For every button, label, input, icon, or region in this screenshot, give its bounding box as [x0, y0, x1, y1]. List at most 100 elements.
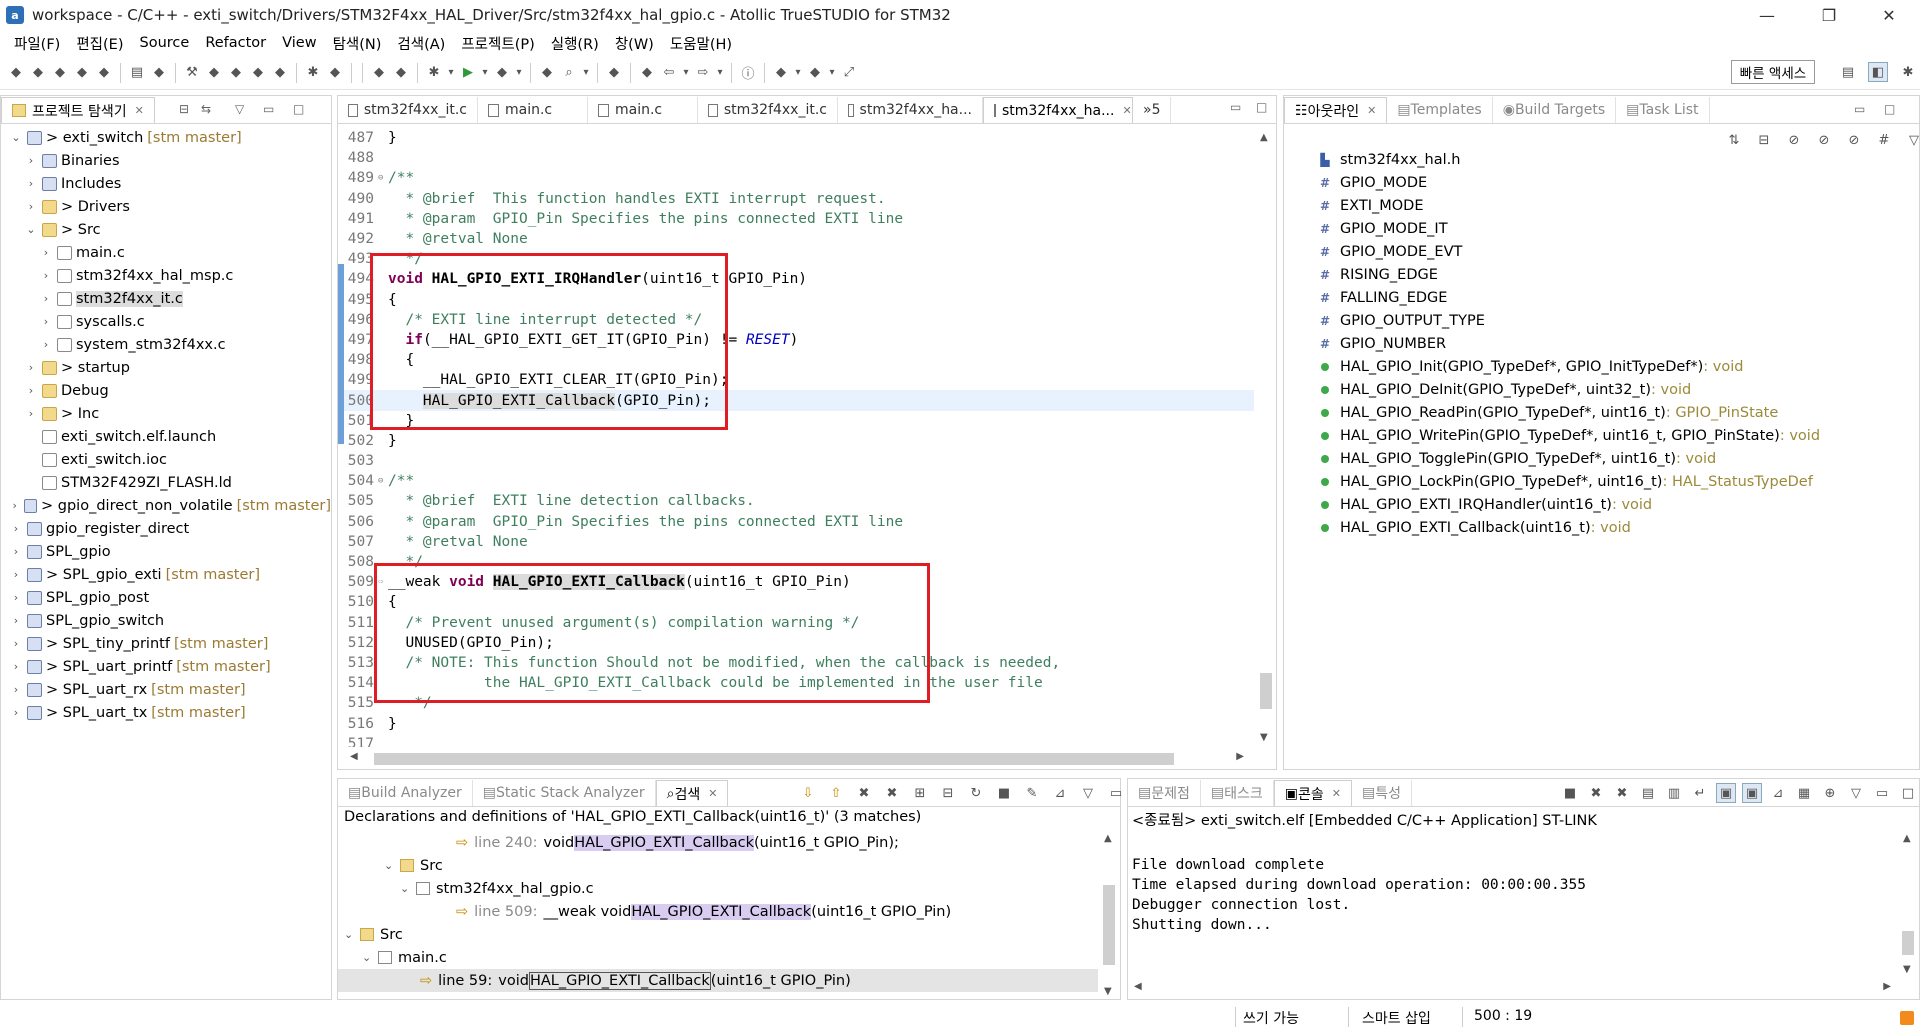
menu-item[interactable]: Refactor: [197, 35, 274, 51]
expand-arrow-icon[interactable]: ›: [9, 499, 20, 512]
maximize-view-icon[interactable]: □: [293, 102, 304, 116]
minimize-view-icon[interactable]: ▭: [1230, 100, 1241, 114]
scrollbar-thumb[interactable]: [374, 753, 1174, 765]
scrollbar-thumb[interactable]: [1902, 931, 1914, 955]
scroll-down-icon[interactable]: ▼: [1903, 964, 1911, 975]
dropdown-icon[interactable]: ▾: [793, 63, 803, 83]
display-console-icon[interactable]: ▦: [1794, 783, 1814, 803]
show-stderr-icon[interactable]: ▣: [1742, 783, 1762, 803]
dropdown-icon[interactable]: ▾: [446, 63, 456, 83]
menu-item[interactable]: 창(W): [607, 33, 662, 54]
open-perspective-icon[interactable]: ▤: [1838, 62, 1858, 82]
search-history-icon[interactable]: ✎: [1022, 783, 1042, 803]
expand-arrow-icon[interactable]: ›: [9, 568, 23, 581]
minimize-view-icon[interactable]: ▭: [1872, 783, 1892, 803]
expand-all-icon[interactable]: ⊞: [910, 783, 930, 803]
expand-arrow-icon[interactable]: ›: [24, 384, 38, 397]
tree-item[interactable]: › main.c: [1, 241, 331, 264]
tab-bottom-view[interactable]: ▤ 특성: [1352, 780, 1412, 806]
group-includes-icon[interactable]: #: [1874, 130, 1894, 150]
new-file-icon[interactable]: ◆: [28, 63, 48, 83]
collapse-arrow-icon[interactable]: ⌄: [9, 131, 23, 144]
expand-arrow-icon[interactable]: ›: [24, 407, 38, 420]
expand-arrow-icon[interactable]: ›: [9, 637, 23, 650]
sort-icon[interactable]: ⇅: [1724, 130, 1744, 150]
run-icon[interactable]: ▶: [458, 63, 478, 83]
vertical-scrollbar[interactable]: ▲ ▼: [1098, 831, 1120, 999]
refresh-icon[interactable]: ↻: [966, 783, 986, 803]
outline-item[interactable]: HAL_GPIO_ReadPin(GPIO_TypeDef*, uint16_t…: [1284, 401, 1919, 424]
terminate-icon[interactable]: ■: [1560, 783, 1580, 803]
build-all-icon[interactable]: ◆: [204, 63, 224, 83]
tree-item[interactable]: › SPL_gpio_switch: [1, 609, 331, 632]
menu-item[interactable]: 파일(F): [6, 33, 68, 54]
run-config-icon[interactable]: ◆: [492, 63, 512, 83]
tab-bottom-view[interactable]: ▤ 태스크: [1201, 780, 1274, 806]
tree-item[interactable]: ⌄ > Src: [1, 218, 331, 241]
tree-item[interactable]: › > Drivers: [1, 195, 331, 218]
search-tree-row[interactable]: ⌄ main.c: [338, 946, 1098, 969]
collapse-arrow-icon[interactable]: ⌄: [384, 859, 400, 872]
tab-project-explorer[interactable]: 프로젝트 탐색기 ✕: [1, 97, 155, 123]
tree-item[interactable]: › syscalls.c: [1, 310, 331, 333]
outline-item[interactable]: # FALLING_EDGE: [1284, 286, 1919, 309]
outline-item[interactable]: # GPIO_MODE_IT: [1284, 217, 1919, 240]
tab-bottom-view[interactable]: ▤ Static Stack Analyzer: [473, 780, 656, 806]
tab-editor-file[interactable]: main.c: [478, 97, 588, 123]
tab-bottom-view[interactable]: ⌕ 검색 ✕: [655, 780, 729, 806]
dropdown-icon[interactable]: ▾: [827, 63, 837, 83]
info-icon[interactable]: ⓘ: [738, 63, 758, 83]
outline-item[interactable]: # RISING_EDGE: [1284, 263, 1919, 286]
tree-item[interactable]: exti_switch.elf.launch: [1, 425, 331, 448]
scroll-down-icon[interactable]: ▼: [1104, 986, 1112, 997]
tree-item[interactable]: › > Inc: [1, 402, 331, 425]
outline-item[interactable]: HAL_GPIO_TogglePin(GPIO_TypeDef*, uint16…: [1284, 447, 1919, 470]
next-match-icon[interactable]: ⇩: [798, 783, 818, 803]
tab-outline-view[interactable]: ◉ Build Targets: [1493, 97, 1617, 123]
search-tree-row[interactable]: ⌄ Src: [338, 854, 1098, 877]
menu-item[interactable]: 탐색(N): [325, 33, 390, 54]
build-icon[interactable]: ⚒: [182, 63, 202, 83]
collapse-arrow-icon[interactable]: ⌄: [344, 928, 360, 941]
expand-icon[interactable]: ⤢: [839, 63, 859, 83]
search-icon[interactable]: ⌕: [559, 63, 579, 83]
tab-bottom-view[interactable]: ▤ Build Analyzer: [338, 780, 473, 806]
outline-item[interactable]: HAL_GPIO_EXTI_Callback(uint16_t) : void: [1284, 516, 1919, 539]
scroll-up-icon[interactable]: ▲: [1903, 833, 1911, 844]
menu-item[interactable]: 실행(R): [543, 33, 607, 54]
hide-fields-icon[interactable]: ⊘: [1784, 130, 1804, 150]
scroll-down-icon[interactable]: ▼: [1260, 732, 1268, 743]
view-menu-icon[interactable]: ▽: [1846, 783, 1866, 803]
outline-item[interactable]: # GPIO_OUTPUT_TYPE: [1284, 309, 1919, 332]
menu-item[interactable]: Source: [132, 35, 198, 51]
view-menu-icon[interactable]: ▽: [235, 102, 244, 116]
clean-icon[interactable]: ◆: [226, 63, 246, 83]
search-match-row[interactable]: ⇨ line 509: __weak void HAL_GPIO_EXTI_Call…: [338, 900, 1098, 923]
tree-item[interactable]: ⌄ > exti_switch [stm master]: [1, 126, 331, 149]
remove-launch-icon[interactable]: ✖: [1586, 783, 1606, 803]
remove-all-icon[interactable]: ✖: [1612, 783, 1632, 803]
close-icon[interactable]: ✕: [1122, 104, 1131, 117]
c-cpp-perspective-icon[interactable]: ◧: [1868, 62, 1888, 82]
search-tree-row[interactable]: ⌄ stm32f4xx_hal_gpio.c: [338, 877, 1098, 900]
tree-item[interactable]: › > SPL_uart_rx [stm master]: [1, 678, 331, 701]
scroll-lock-icon[interactable]: ▥: [1664, 783, 1684, 803]
tab-editor-file[interactable]: stm32f4xx_it.c: [698, 97, 838, 123]
tab-outline-view[interactable]: ☷ 아웃라인 ✕: [1284, 97, 1388, 123]
minimize-view-icon[interactable]: ▭: [263, 102, 274, 116]
previous-match-icon[interactable]: ⇧: [826, 783, 846, 803]
minimize-button[interactable]: —: [1744, 0, 1790, 30]
expand-arrow-icon[interactable]: ›: [24, 177, 38, 190]
tab-editor-file[interactable]: stm32f4xx_ha...: [838, 97, 983, 123]
dropdown-icon[interactable]: ▾: [514, 63, 524, 83]
outline-item[interactable]: ▙ stm32f4xx_hal.h: [1284, 148, 1919, 171]
horizontal-scrollbar[interactable]: ◀ ▶: [338, 747, 1254, 769]
pin-icon[interactable]: ⊿: [1050, 783, 1070, 803]
expand-arrow-icon[interactable]: ›: [24, 154, 38, 167]
new-class-icon[interactable]: ◆: [94, 63, 114, 83]
open-type-icon[interactable]: ◆: [537, 63, 557, 83]
remove-all-icon[interactable]: ✖: [882, 783, 902, 803]
search-match-row[interactable]: ⇨ line 240: void HAL_GPIO_EXTI_Callback (ui…: [338, 831, 1098, 854]
menu-item[interactable]: View: [274, 35, 324, 51]
scrollbar-thumb[interactable]: [1103, 885, 1115, 965]
